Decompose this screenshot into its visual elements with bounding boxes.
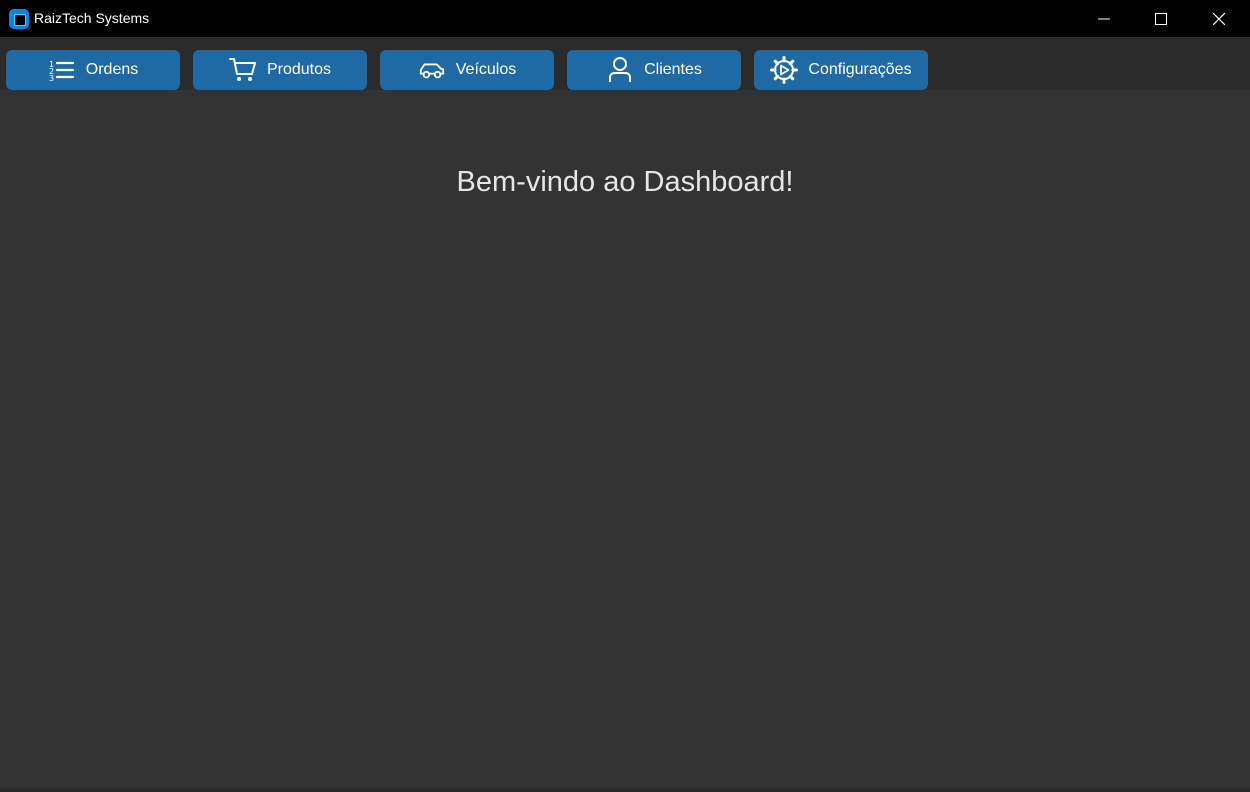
nav-button-configuracoes[interactable]: Configurações: [754, 50, 928, 90]
minimize-button[interactable]: [1075, 0, 1133, 37]
cart-icon: [228, 56, 257, 84]
nav-label-produtos: Produtos: [266, 61, 332, 78]
gear-icon: [770, 56, 799, 84]
nav-label-clientes: Clientes: [644, 61, 702, 78]
window-title: RaizTech Systems: [34, 10, 150, 26]
nav-label-veiculos: Veículos: [455, 61, 517, 78]
main-content: Bem-vindo ao Dashboard!: [0, 90, 1250, 792]
welcome-heading: Bem-vindo ao Dashboard!: [456, 166, 794, 198]
nav-button-veiculos[interactable]: Veículos: [380, 50, 554, 90]
window-bottom-edge: [0, 788, 1250, 792]
maximize-button[interactable]: [1132, 0, 1190, 37]
close-icon: [1213, 12, 1225, 25]
user-icon: [606, 56, 634, 84]
svg-text:3: 3: [49, 74, 54, 82]
list-icon: 1 2 3: [48, 56, 76, 84]
car-icon: [418, 56, 446, 84]
maximize-icon: [1155, 12, 1167, 25]
nav-bar: 1 2 3 Ordens Produtos Veículos Clientes …: [0, 37, 1250, 90]
close-button[interactable]: [1190, 0, 1248, 37]
nav-button-produtos[interactable]: Produtos: [193, 50, 367, 90]
app-logo-icon: [9, 9, 29, 29]
nav-label-configuracoes: Configurações: [808, 61, 912, 78]
nav-button-clientes[interactable]: Clientes: [567, 50, 741, 90]
nav-button-ordens[interactable]: 1 2 3 Ordens: [6, 50, 180, 90]
title-bar: RaizTech Systems: [0, 0, 1250, 37]
minimize-icon: [1098, 18, 1110, 19]
nav-label-ordens: Ordens: [85, 61, 139, 78]
